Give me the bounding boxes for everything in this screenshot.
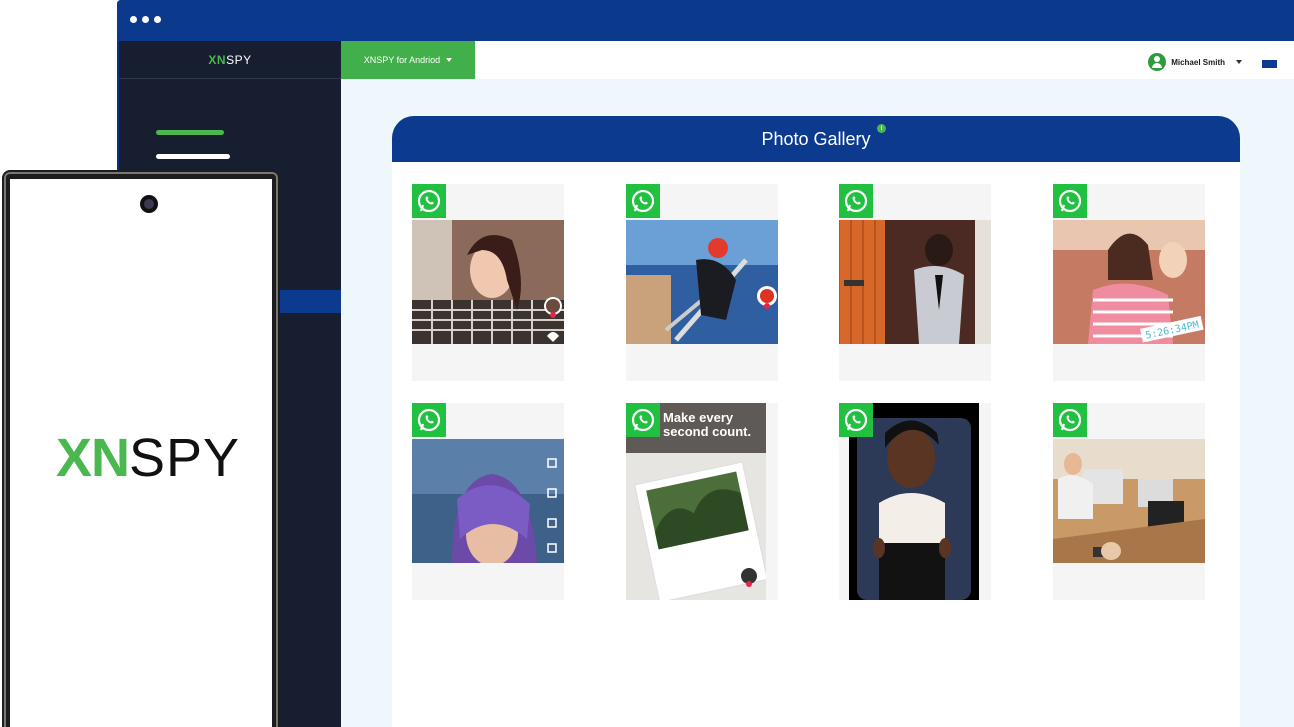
dashboard: XN SPY XNSPY for Andriod Michael Smith P… [119, 41, 1294, 727]
phone-device: XN SPY [2, 170, 280, 727]
sidebar-active-item[interactable] [278, 290, 341, 313]
topbar: XNSPY for Andriod Michael Smith [341, 41, 1294, 79]
whatsapp-icon [412, 184, 446, 218]
page: XN SPY XNSPY for Andriod Michael Smith P… [0, 0, 1294, 727]
chevron-down-icon [446, 58, 453, 62]
whatsapp-icon [626, 184, 660, 218]
sidebar-menu-bar[interactable] [156, 154, 230, 159]
gallery-item[interactable] [412, 403, 564, 600]
window-controls[interactable] [130, 16, 161, 23]
whatsapp-icon [412, 403, 446, 437]
user-name: Michael Smith [1171, 57, 1225, 67]
gallery-item[interactable] [1053, 403, 1205, 600]
device-select-label: XNSPY for Andriod [363, 55, 441, 65]
gallery-item[interactable] [839, 403, 991, 600]
svg-text:Make every: Make every [663, 410, 734, 425]
avatar [1148, 53, 1167, 71]
gallery-item[interactable]: 5:26:34PM [1053, 184, 1205, 381]
browser-window: XN SPY XNSPY for Andriod Michael Smith P… [117, 0, 1294, 727]
chevron-down-icon [1236, 60, 1242, 64]
device-select-button[interactable]: XNSPY for Andriod [341, 41, 475, 79]
photo-thumbnail [839, 220, 991, 344]
whatsapp-icon [1053, 184, 1087, 218]
logo-suffix: SPY [226, 52, 252, 67]
photo-gallery-panel: Photo Gallery i 5:26:34PM Make every sec… [392, 116, 1240, 727]
gallery-item[interactable] [626, 184, 778, 381]
whatsapp-icon [1053, 403, 1087, 437]
language-flag-icon[interactable] [1262, 60, 1277, 68]
logo-brand: XN [208, 52, 227, 67]
whatsapp-icon [626, 403, 660, 437]
sidebar-menu-bar-active[interactable] [156, 130, 224, 135]
gallery-item[interactable] [412, 184, 564, 381]
sidebar-logo[interactable]: XN SPY [119, 41, 341, 79]
camera-icon [140, 195, 158, 213]
gallery-header: Photo Gallery i [392, 116, 1240, 162]
page-title: Photo Gallery [761, 128, 871, 149]
browser-titlebar [117, 0, 1294, 41]
info-icon[interactable]: i [877, 124, 886, 133]
photo-thumbnail [412, 220, 564, 344]
photo-thumbnail: 5:26:34PM [1053, 220, 1205, 344]
gallery-item[interactable]: Make every second count. [626, 403, 778, 600]
phone-logo-suffix: SPY [129, 428, 241, 488]
photo-thumbnail [626, 220, 778, 344]
phone-logo-brand: XN [56, 428, 130, 488]
whatsapp-icon [839, 403, 873, 437]
gallery-item[interactable] [839, 184, 991, 381]
whatsapp-icon [839, 184, 873, 218]
svg-text:second count.: second count. [663, 424, 751, 439]
phone-screen: XN SPY [10, 179, 272, 727]
phone-logo: XN SPY [56, 427, 240, 489]
user-menu[interactable]: Michael Smith [1148, 53, 1242, 71]
photo-thumbnail [1053, 439, 1205, 563]
photo-thumbnail [412, 439, 564, 563]
